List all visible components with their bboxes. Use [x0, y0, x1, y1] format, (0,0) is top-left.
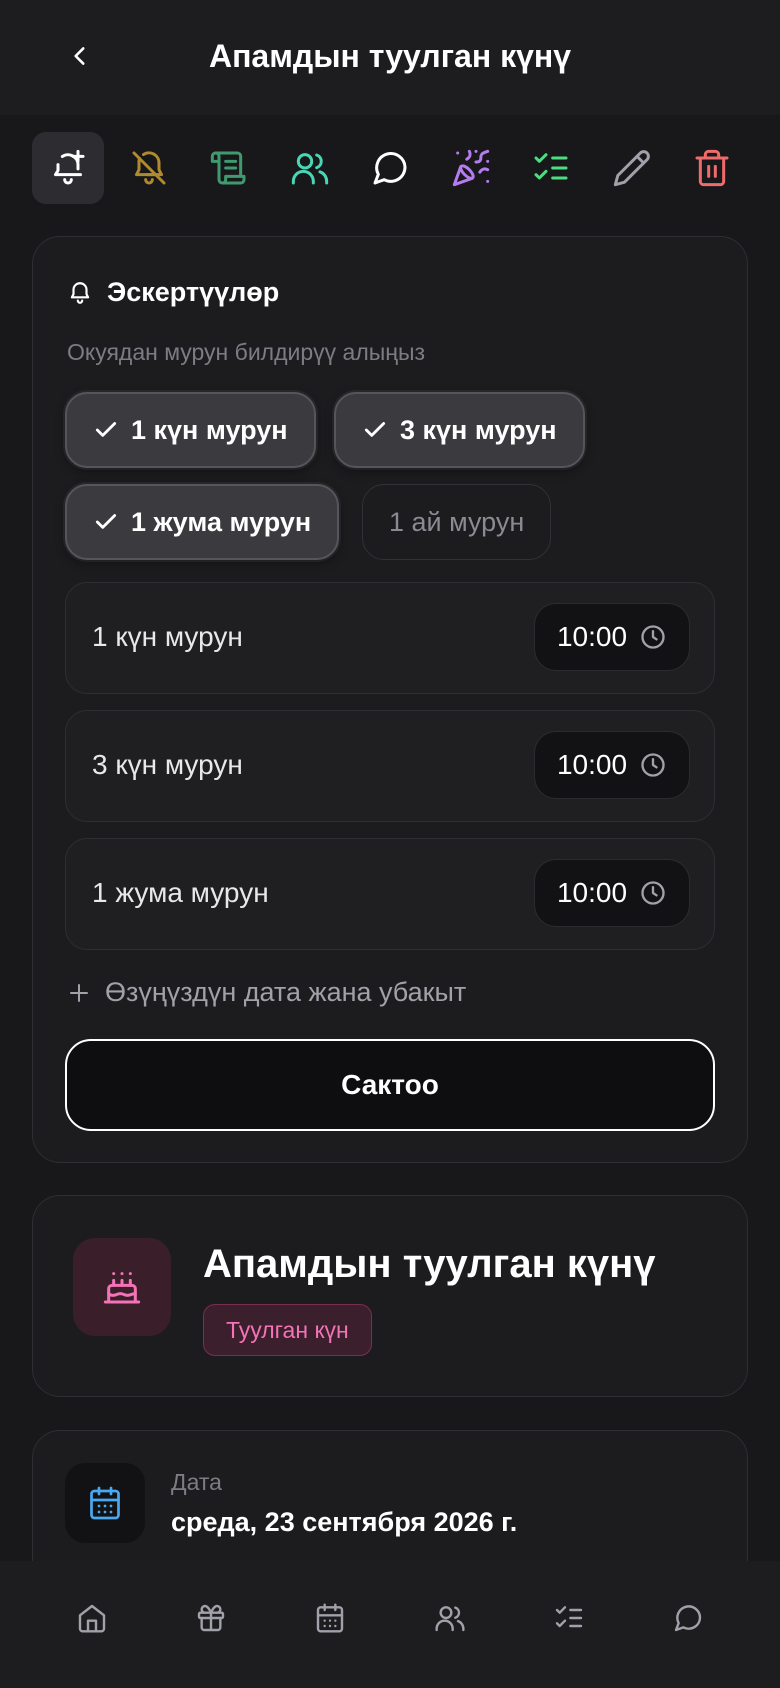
users-icon [291, 153, 328, 185]
chip-label: 1 жума мурун [131, 506, 312, 537]
home-icon [78, 1604, 105, 1633]
time-picker[interactable]: 10:00 [534, 859, 690, 927]
bottom-navigation [0, 1561, 780, 1688]
chip-label: 3 күн мурун [400, 414, 557, 445]
time-row-label: 1 күн мурун [92, 621, 243, 652]
edit-button[interactable] [596, 132, 668, 204]
mute-button[interactable] [113, 132, 185, 204]
page-title: Апамдын туулган күнү [208, 38, 571, 74]
reminders-card: Эскертүүлөр Окуядан мурун билдирүү алыңы… [32, 236, 748, 1163]
time-picker[interactable]: 10:00 [534, 603, 690, 671]
event-icon-tile [73, 1238, 171, 1336]
list-checks-icon [555, 1605, 583, 1627]
users-icon [435, 1605, 465, 1631]
nav-calendar[interactable] [290, 1578, 370, 1658]
bell-icon [70, 281, 90, 304]
chip-1-day[interactable]: 1 күн мурун [65, 392, 316, 468]
pencil-icon [613, 150, 650, 187]
nav-home[interactable] [52, 1578, 132, 1658]
cake-icon [103, 1272, 141, 1304]
delete-button[interactable] [676, 132, 748, 204]
date-label: Дата [171, 1469, 222, 1495]
nav-chat[interactable] [648, 1578, 728, 1658]
chevron-left-icon [74, 47, 85, 65]
clock-icon [641, 881, 665, 905]
chip-label: 1 ай мурун [389, 506, 525, 537]
scroll-icon [210, 151, 246, 185]
reminders-title: Эскертүүлөр [107, 277, 280, 307]
event-card: Апамдын туулган күнү Туулган күн [32, 1195, 748, 1397]
save-button[interactable]: Сактоо [65, 1039, 715, 1131]
clock-icon [641, 753, 665, 777]
date-value: среда, 23 сентября 2026 г. [171, 1507, 518, 1537]
checklist-button[interactable] [515, 132, 587, 204]
date-icon-tile [65, 1463, 145, 1543]
time-value: 10:00 [556, 749, 628, 780]
chip-label: 1 күн мурун [131, 414, 288, 445]
bell-plus-icon [54, 149, 85, 185]
party-popper-icon [452, 149, 489, 187]
notes-button[interactable] [193, 132, 265, 204]
gift-icon [197, 1604, 225, 1631]
plus-icon [70, 983, 88, 1002]
chip-1-month[interactable]: 1 ай мурун [362, 484, 552, 560]
nav-gifts[interactable] [171, 1578, 251, 1658]
people-button[interactable] [274, 132, 346, 204]
custom-datetime-link[interactable]: Өзүңүздүн дата жана убакыт [67, 977, 466, 1008]
bell-off-icon [132, 151, 165, 185]
time-value: 10:00 [556, 877, 628, 908]
time-row-3-days: 3 күн мурун 10:00 [65, 710, 715, 822]
chip-3-days[interactable]: 3 күн мурун [334, 392, 585, 468]
time-row-1-week: 1 жума мурун 10:00 [65, 838, 715, 950]
reminders-subtitle: Окуядан мурун билдирүү алыңыз [67, 339, 426, 365]
reminders-header: Эскертүүлөр [67, 277, 279, 308]
app-header: Апамдын туулган күнү [0, 0, 780, 115]
calendar-icon [90, 1486, 120, 1520]
time-row-1-day: 1 күн мурун 10:00 [65, 582, 715, 694]
add-reminder-button[interactable] [32, 132, 104, 204]
back-button[interactable] [60, 36, 100, 76]
chat-button[interactable] [354, 132, 426, 204]
time-value: 10:00 [556, 621, 628, 652]
custom-datetime-label: Өзүңүздүн дата жана убакыт [105, 977, 467, 1007]
nav-tasks[interactable] [529, 1578, 609, 1658]
event-title: Апамдын туулган күнү [203, 1242, 656, 1286]
message-circle-icon [373, 152, 407, 185]
check-icon [95, 514, 117, 529]
time-row-label: 1 жума мурун [92, 877, 269, 908]
time-row-label: 3 күн мурун [92, 749, 243, 780]
time-picker[interactable]: 10:00 [534, 731, 690, 799]
check-icon [95, 422, 117, 437]
nav-people[interactable] [410, 1578, 490, 1658]
celebrate-button[interactable] [435, 132, 507, 204]
message-circle-icon [675, 1604, 702, 1631]
list-checks-icon [534, 153, 568, 180]
chip-1-week[interactable]: 1 жума мурун [65, 484, 340, 560]
calendar-icon [317, 1602, 344, 1633]
clock-icon [641, 625, 665, 649]
trash-icon [695, 149, 729, 187]
check-icon [364, 422, 386, 437]
event-toolbar [32, 132, 748, 204]
event-category-badge: Туулган күн [203, 1304, 372, 1356]
